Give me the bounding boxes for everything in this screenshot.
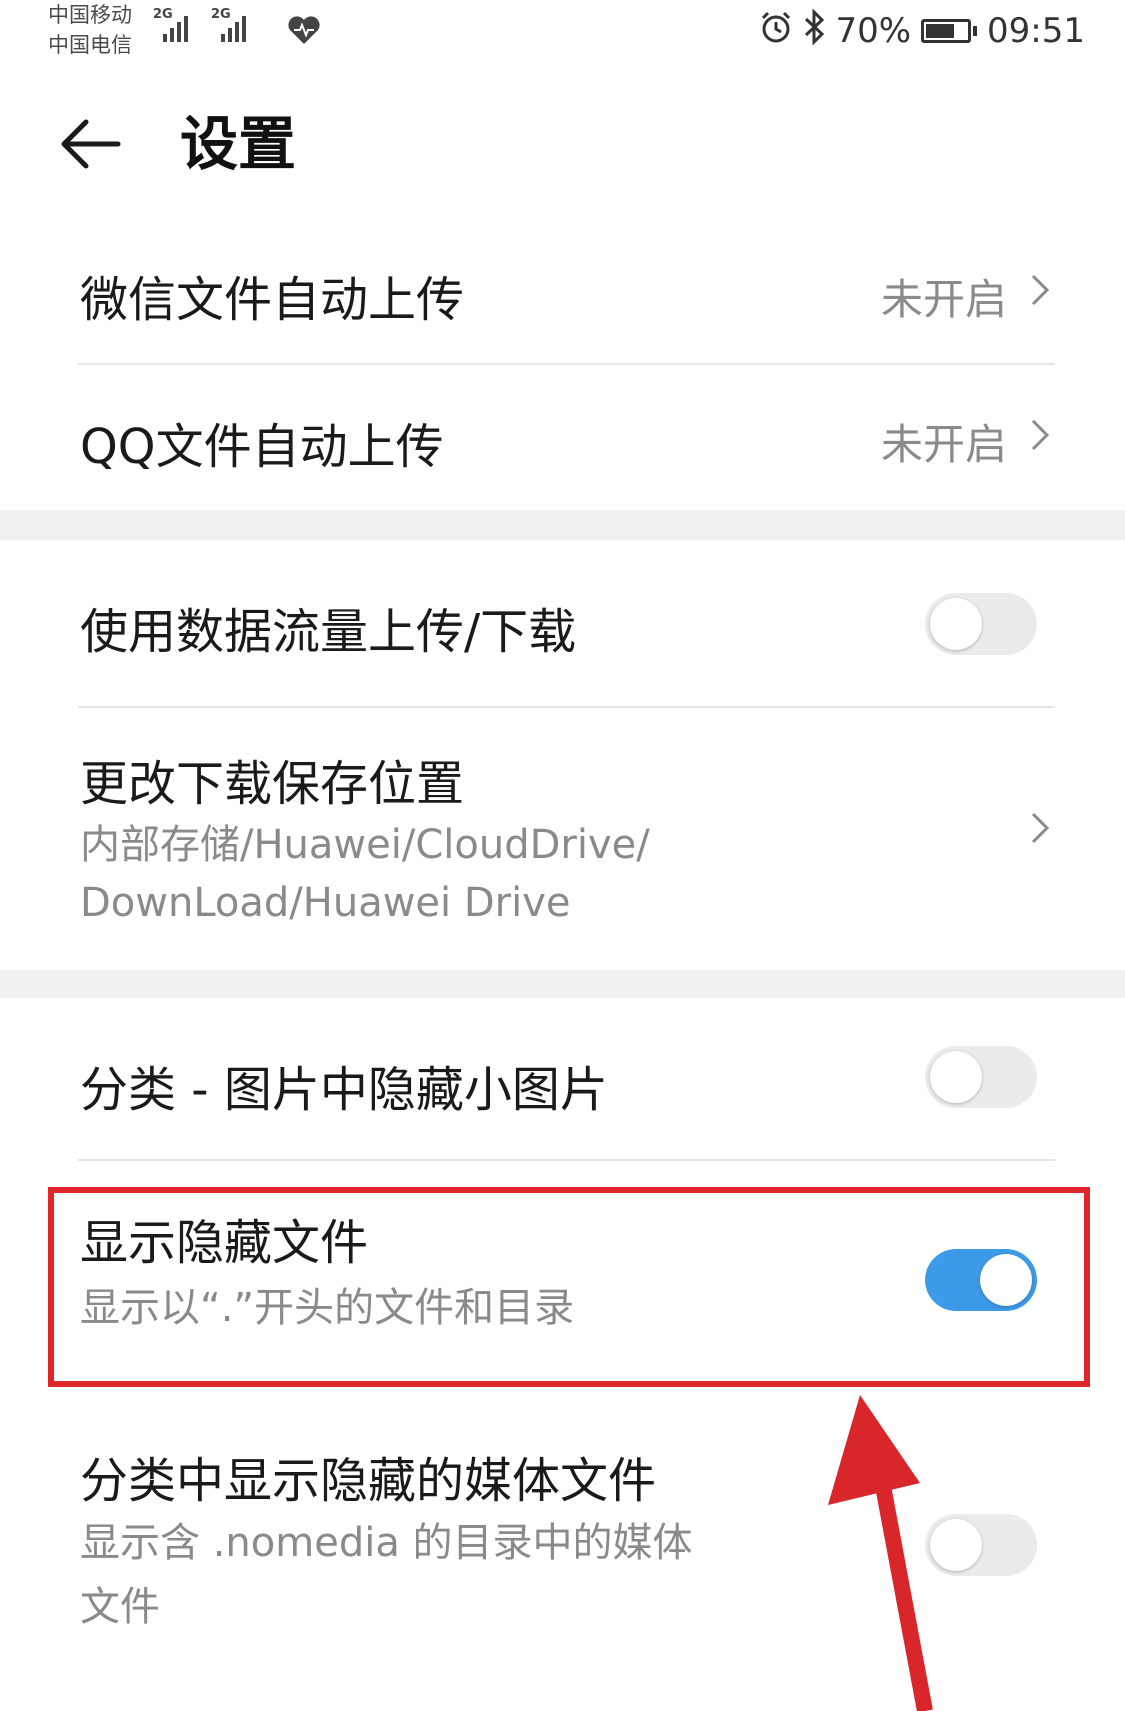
wechat-upload-row[interactable]: 微信文件自动上传 未开启 — [0, 220, 1125, 365]
wechat-upload-label: 微信文件自动上传 — [80, 272, 465, 328]
carrier-info: 中国移动 中国电信 — [48, 0, 132, 60]
hide-thumbnails-label: 分类 - 图片中隐藏小图片 — [80, 1062, 608, 1118]
wechat-upload-status: 未开启 — [880, 275, 1007, 324]
signal-icon: 2G — [153, 8, 193, 42]
hide-thumbnails-toggle[interactable] — [925, 1046, 1037, 1108]
download-path-line-2: DownLoad/Huawei Drive — [80, 880, 571, 926]
signal-icon: 2G — [211, 8, 251, 42]
highlight-box — [48, 1187, 1090, 1387]
mobile-data-toggle[interactable] — [925, 593, 1037, 655]
download-location-label: 更改下载保存位置 — [80, 756, 465, 812]
show-hidden-media-description-1: 显示含 .nomedia 的目录中的媒体 — [80, 1520, 693, 1566]
section-gap — [0, 510, 1125, 540]
mobile-data-row: 使用数据流量上传/下载 — [0, 540, 1125, 708]
battery-icon — [921, 19, 978, 43]
section-gap — [0, 970, 1125, 998]
chevron-right-icon — [1031, 274, 1050, 306]
carrier-1: 中国移动 — [48, 3, 132, 27]
chevron-right-icon — [1031, 419, 1050, 451]
status-bar: 中国移动 中国电信 2G 2G 70% 09:51 — [0, 0, 1125, 70]
bluetooth-icon — [803, 7, 825, 54]
signal-indicators: 2G 2G — [153, 8, 251, 42]
hide-thumbnails-row: 分类 - 图片中隐藏小图片 — [0, 998, 1125, 1161]
show-hidden-media-label: 分类中显示隐藏的媒体文件 — [80, 1453, 657, 1509]
qq-upload-row[interactable]: QQ文件自动上传 未开启 — [0, 365, 1125, 510]
app-header: 设置 — [0, 80, 1125, 210]
qq-upload-status: 未开启 — [880, 420, 1007, 469]
show-hidden-media-description-2: 文件 — [80, 1584, 160, 1630]
qq-upload-label: QQ文件自动上传 — [80, 419, 444, 475]
status-right: 70% 09:51 — [759, 7, 1085, 54]
download-location-row[interactable]: 更改下载保存位置 内部存储/Huawei/CloudDrive/ DownLoa… — [0, 708, 1125, 970]
page-title: 设置 — [180, 110, 297, 178]
heart-icon — [286, 14, 322, 50]
arrow-left-icon[interactable] — [58, 112, 122, 176]
upload-section: 微信文件自动上传 未开启 QQ文件自动上传 未开启 — [0, 220, 1125, 510]
clock: 09:51 — [987, 11, 1085, 51]
carrier-2: 中国电信 — [48, 33, 132, 57]
annotation-arrow-icon — [828, 1395, 933, 1711]
alarm-icon — [759, 10, 793, 53]
mobile-data-label: 使用数据流量上传/下载 — [80, 604, 577, 660]
download-path-line-1: 内部存储/Huawei/CloudDrive/ — [80, 822, 650, 868]
chevron-right-icon — [1031, 812, 1050, 844]
network-section: 使用数据流量上传/下载 更改下载保存位置 内部存储/Huawei/CloudDr… — [0, 540, 1125, 970]
battery-percent: 70% — [835, 11, 912, 51]
